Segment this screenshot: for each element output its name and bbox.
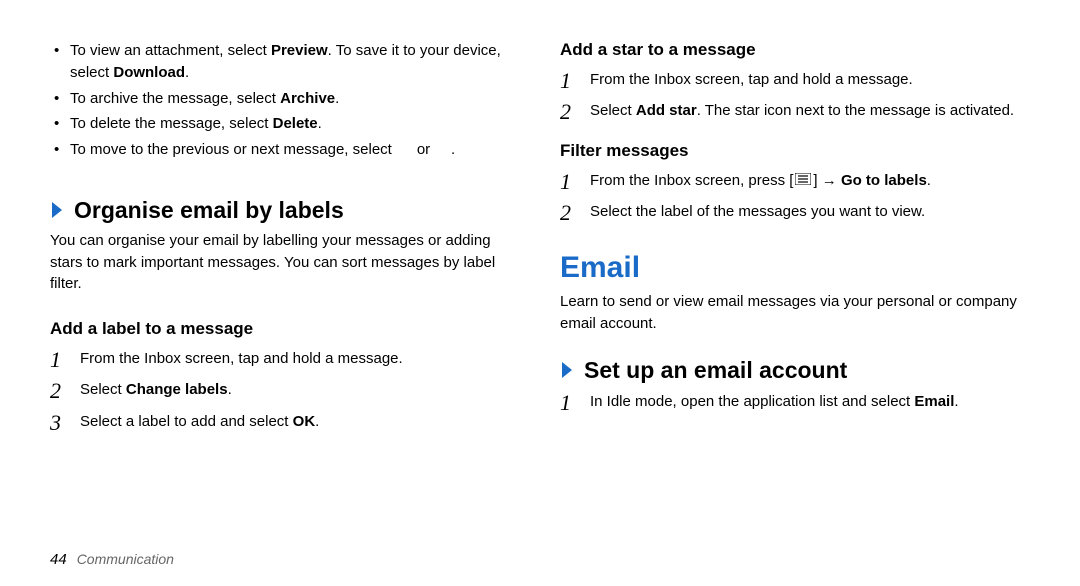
text: Select the label of the messages you wan… <box>590 203 925 220</box>
bold-text: Download <box>113 64 185 81</box>
text: Select <box>80 381 126 398</box>
paragraph: You can organise your email by labelling… <box>50 230 520 295</box>
sub-heading: Add a label to a message <box>50 319 520 339</box>
text: . <box>335 90 339 107</box>
text: To archive the message, select <box>70 90 280 107</box>
section-heading: Set up an email account <box>584 357 847 384</box>
numbered-list: From the Inbox screen, tap and hold a me… <box>50 347 520 441</box>
text: ] → <box>813 172 841 189</box>
bullet-item: To delete the message, select Delete. <box>50 113 520 135</box>
list-item: Select a label to add and select OK. <box>50 410 520 433</box>
text: Select <box>590 102 636 119</box>
section-heading-row: Set up an email account <box>560 357 1030 384</box>
page-number: 44 <box>50 551 67 568</box>
text: From the Inbox screen, tap and hold a me… <box>80 350 403 367</box>
list-item: Select the label of the messages you wan… <box>560 200 1030 223</box>
nav-prev-icon <box>396 141 413 158</box>
list-item: Select Change labels. <box>50 378 520 401</box>
numbered-list: From the Inbox screen, press [ ] → Go to … <box>560 169 1030 232</box>
text: . <box>318 115 322 132</box>
text: . <box>185 64 189 81</box>
paragraph: Learn to send or view email messages via… <box>560 291 1030 335</box>
section-heading-row: Organise email by labels <box>50 197 520 224</box>
bullet-item: To move to the previous or next message,… <box>50 139 520 161</box>
two-column-layout: To view an attachment, select Preview. T… <box>50 40 1030 566</box>
bold-text: Delete <box>273 115 318 132</box>
bold-text: OK <box>293 413 316 430</box>
bold-text: Archive <box>280 90 335 107</box>
nav-next-icon <box>434 141 451 158</box>
bold-text: Go to labels <box>841 172 927 189</box>
page-footer: 44 Communication <box>50 551 174 568</box>
bullet-item: To view an attachment, select Preview. T… <box>50 40 520 84</box>
text: . <box>451 141 455 158</box>
list-item: From the Inbox screen, tap and hold a me… <box>50 347 520 370</box>
text: or <box>413 141 435 158</box>
text: Select a label to add and select <box>80 413 293 430</box>
text: . The star icon next to the message is a… <box>697 102 1014 119</box>
bold-text: Add star <box>636 102 697 119</box>
text: . <box>927 172 931 189</box>
text: To view an attachment, select <box>70 42 271 59</box>
bullet-item: To archive the message, select Archive. <box>50 88 520 110</box>
text: From the Inbox screen, tap and hold a me… <box>590 71 913 88</box>
menu-icon <box>795 169 811 192</box>
text: To move to the previous or next message,… <box>70 141 396 158</box>
sub-heading: Filter messages <box>560 141 1030 161</box>
section-heading: Organise email by labels <box>74 197 344 224</box>
text: In Idle mode, open the application list … <box>590 393 914 410</box>
list-item: From the Inbox screen, tap and hold a me… <box>560 68 1030 91</box>
bold-text: Change labels <box>126 381 228 398</box>
list-item: Select Add star. The star icon next to t… <box>560 99 1030 122</box>
numbered-list: From the Inbox screen, tap and hold a me… <box>560 68 1030 131</box>
right-column: Add a star to a message From the Inbox s… <box>560 40 1030 566</box>
text: From the Inbox screen, press [ <box>590 172 793 189</box>
numbered-list: In Idle mode, open the application list … <box>560 390 1030 421</box>
list-item: In Idle mode, open the application list … <box>560 390 1030 413</box>
major-heading: Email <box>560 251 1030 285</box>
bullet-list: To view an attachment, select Preview. T… <box>50 40 520 165</box>
list-item: From the Inbox screen, press [ ] → Go to … <box>560 169 1030 193</box>
chevron-right-icon <box>560 360 574 380</box>
text: To delete the message, select <box>70 115 273 132</box>
bold-text: Email <box>914 393 954 410</box>
text: . <box>954 393 958 410</box>
bold-text: Preview <box>271 42 328 59</box>
manual-page: To view an attachment, select Preview. T… <box>0 0 1080 586</box>
left-column: To view an attachment, select Preview. T… <box>50 40 520 566</box>
chevron-right-icon <box>50 200 64 220</box>
text: . <box>228 381 232 398</box>
footer-section-name: Communication <box>77 551 174 567</box>
sub-heading: Add a star to a message <box>560 40 1030 60</box>
text: . <box>315 413 319 430</box>
